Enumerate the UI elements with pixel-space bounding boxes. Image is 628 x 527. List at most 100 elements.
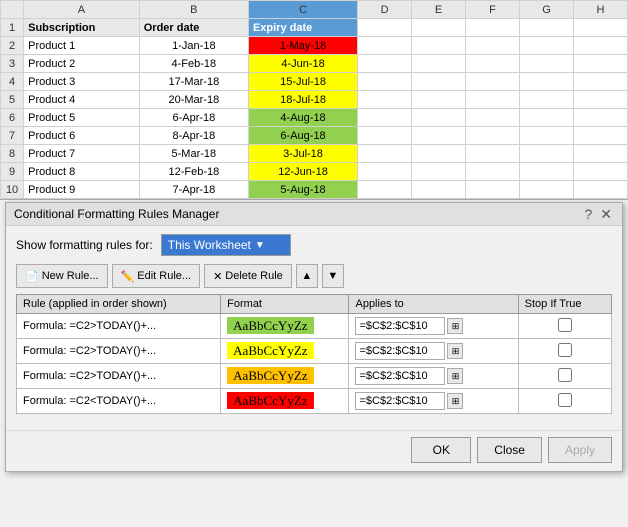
- cell-d[interactable]: [358, 37, 412, 55]
- cell-h[interactable]: [573, 163, 627, 181]
- cell-e[interactable]: [412, 37, 466, 55]
- cell-h[interactable]: [573, 91, 627, 109]
- cell-h[interactable]: [573, 73, 627, 91]
- cell-g[interactable]: [520, 163, 574, 181]
- cell-d[interactable]: [358, 163, 412, 181]
- cell-g[interactable]: [520, 127, 574, 145]
- cell-c[interactable]: 12-Jun-18: [248, 163, 357, 181]
- cell-a[interactable]: Product 6: [24, 127, 140, 145]
- stop-if-true-checkbox[interactable]: [558, 368, 572, 382]
- cell-f[interactable]: [466, 37, 520, 55]
- cell-d[interactable]: [358, 73, 412, 91]
- rule-row[interactable]: Formula: =C2>TODAY()+...AaBbCcYyZz⊞: [17, 364, 612, 389]
- cell-g[interactable]: [520, 73, 574, 91]
- cell-d[interactable]: [358, 55, 412, 73]
- cell-a[interactable]: Product 3: [24, 73, 140, 91]
- cell-f[interactable]: [466, 163, 520, 181]
- cell-a[interactable]: Product 2: [24, 55, 140, 73]
- cell-d[interactable]: [358, 109, 412, 127]
- cell-a[interactable]: Product 1: [24, 37, 140, 55]
- cell-b[interactable]: 12-Feb-18: [139, 163, 248, 181]
- cell-h[interactable]: [573, 145, 627, 163]
- cell-d[interactable]: [358, 145, 412, 163]
- applies-to-input[interactable]: [355, 317, 445, 335]
- cell-h[interactable]: [573, 181, 627, 199]
- cell-h[interactable]: [573, 127, 627, 145]
- cell-b[interactable]: 5-Mar-18: [139, 145, 248, 163]
- range-select-icon[interactable]: ⊞: [447, 368, 463, 384]
- cell-b[interactable]: 1-Jan-18: [139, 37, 248, 55]
- cell-f[interactable]: [466, 109, 520, 127]
- cell-b[interactable]: 4-Feb-18: [139, 55, 248, 73]
- cell-a[interactable]: Product 9: [24, 181, 140, 199]
- edit-rule-button[interactable]: ✏️ Edit Rule...: [112, 264, 201, 288]
- col-header-b[interactable]: B: [139, 1, 248, 19]
- delete-rule-button[interactable]: ✕ Delete Rule: [204, 264, 292, 288]
- cell-e[interactable]: [412, 55, 466, 73]
- show-rules-dropdown[interactable]: This Worksheet ▼: [161, 234, 291, 256]
- cell-g[interactable]: [520, 109, 574, 127]
- range-select-icon[interactable]: ⊞: [447, 393, 463, 409]
- col-header-e[interactable]: E: [412, 1, 466, 19]
- cell-f[interactable]: [466, 19, 520, 37]
- cell-d[interactable]: [358, 127, 412, 145]
- cell-e[interactable]: [412, 19, 466, 37]
- cell-e[interactable]: [412, 109, 466, 127]
- cell-f[interactable]: [466, 127, 520, 145]
- applies-to-input[interactable]: [355, 342, 445, 360]
- cell-c[interactable]: 4-Aug-18: [248, 109, 357, 127]
- cell-b[interactable]: 20-Mar-18: [139, 91, 248, 109]
- cell-e[interactable]: [412, 91, 466, 109]
- col-header-g[interactable]: G: [520, 1, 574, 19]
- help-button[interactable]: ?: [582, 207, 594, 221]
- cell-a[interactable]: Subscription: [24, 19, 140, 37]
- col-header-a[interactable]: A: [24, 1, 140, 19]
- cell-a[interactable]: Product 5: [24, 109, 140, 127]
- rule-row[interactable]: Formula: =C2<TODAY()+...AaBbCcYyZz⊞: [17, 389, 612, 414]
- rule-row[interactable]: Formula: =C2>TODAY()+...AaBbCcYyZz⊞: [17, 314, 612, 339]
- close-button[interactable]: ✕: [598, 207, 614, 221]
- cell-b[interactable]: 6-Apr-18: [139, 109, 248, 127]
- cell-g[interactable]: [520, 91, 574, 109]
- cell-b[interactable]: 17-Mar-18: [139, 73, 248, 91]
- cell-f[interactable]: [466, 145, 520, 163]
- cell-c[interactable]: 18-Jul-18: [248, 91, 357, 109]
- move-up-button[interactable]: ▲: [296, 264, 318, 288]
- apply-button[interactable]: Apply: [548, 437, 612, 463]
- cell-e[interactable]: [412, 73, 466, 91]
- cell-d[interactable]: [358, 181, 412, 199]
- cell-a[interactable]: Product 7: [24, 145, 140, 163]
- cell-h[interactable]: [573, 55, 627, 73]
- cell-a[interactable]: Product 4: [24, 91, 140, 109]
- cell-f[interactable]: [466, 181, 520, 199]
- applies-to-input[interactable]: [355, 392, 445, 410]
- cell-a[interactable]: Product 8: [24, 163, 140, 181]
- col-header-d[interactable]: D: [358, 1, 412, 19]
- ok-button[interactable]: OK: [411, 437, 471, 463]
- cell-d[interactable]: [358, 91, 412, 109]
- cell-e[interactable]: [412, 163, 466, 181]
- cell-g[interactable]: [520, 37, 574, 55]
- cell-h[interactable]: [573, 37, 627, 55]
- cell-b[interactable]: 7-Apr-18: [139, 181, 248, 199]
- col-header-f[interactable]: F: [466, 1, 520, 19]
- col-header-h[interactable]: H: [573, 1, 627, 19]
- cell-g[interactable]: [520, 19, 574, 37]
- cell-c[interactable]: Expiry date: [248, 19, 357, 37]
- cell-c[interactable]: 3-Jul-18: [248, 145, 357, 163]
- cell-f[interactable]: [466, 91, 520, 109]
- cell-c[interactable]: 6-Aug-18: [248, 127, 357, 145]
- cell-g[interactable]: [520, 145, 574, 163]
- stop-if-true-checkbox[interactable]: [558, 393, 572, 407]
- cell-c[interactable]: 4-Jun-18: [248, 55, 357, 73]
- col-header-c[interactable]: C: [248, 1, 357, 19]
- stop-if-true-checkbox[interactable]: [558, 318, 572, 332]
- range-select-icon[interactable]: ⊞: [447, 343, 463, 359]
- cell-e[interactable]: [412, 127, 466, 145]
- cell-g[interactable]: [520, 181, 574, 199]
- cell-e[interactable]: [412, 145, 466, 163]
- range-select-icon[interactable]: ⊞: [447, 318, 463, 334]
- cell-f[interactable]: [466, 55, 520, 73]
- cell-e[interactable]: [412, 181, 466, 199]
- cell-h[interactable]: [573, 19, 627, 37]
